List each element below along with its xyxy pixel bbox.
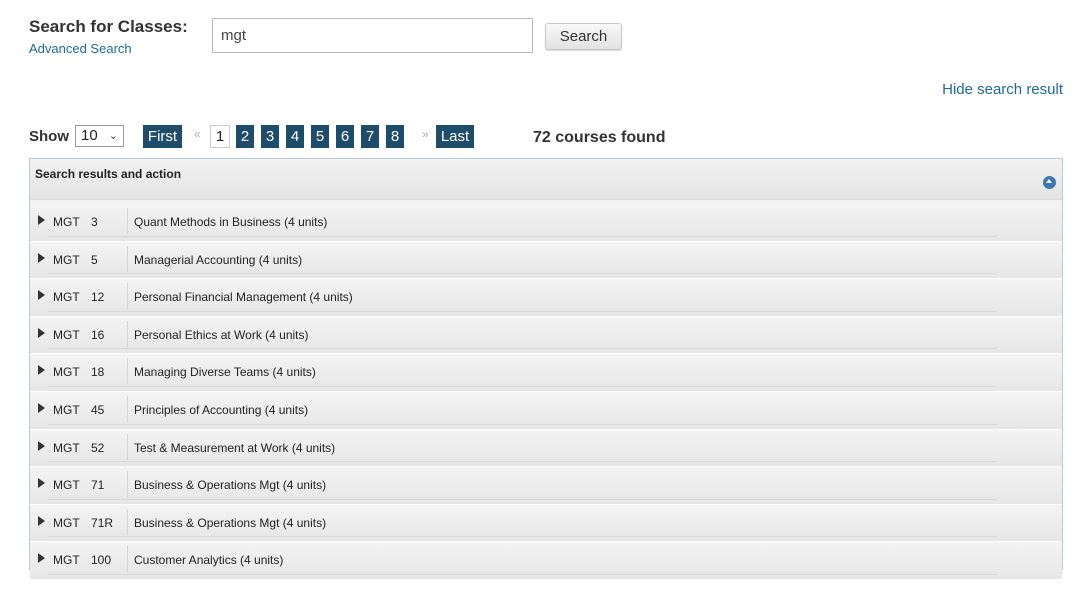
course-number: 100 <box>91 553 112 568</box>
column-divider <box>127 245 128 272</box>
column-divider <box>127 433 128 460</box>
course-row[interactable]: MGT 5 Managerial Accounting (4 units) <box>30 241 1062 280</box>
course-title: Managerial Accounting (4 units) <box>134 252 303 267</box>
show-label: Show <box>29 128 69 145</box>
expand-triangle-icon[interactable] <box>38 440 45 451</box>
row-divider <box>48 498 997 500</box>
results-header: Search results and action <box>30 159 1062 200</box>
next-page-icon[interactable]: » <box>422 127 429 141</box>
course-subject: MGT <box>53 402 80 417</box>
row-divider <box>48 273 997 275</box>
course-title: Principles of Accounting (4 units) <box>134 402 309 417</box>
expand-triangle-icon[interactable] <box>38 215 45 225</box>
course-title: Customer Analytics (4 units) <box>134 553 284 568</box>
course-row[interactable]: MGT 52 Test & Measurement at Work (4 uni… <box>30 429 1062 468</box>
course-number: 12 <box>91 290 105 305</box>
page-size-value: 10 <box>81 127 98 144</box>
row-divider <box>48 385 997 387</box>
expand-triangle-icon[interactable] <box>38 478 45 489</box>
page-button-5[interactable]: 5 <box>311 125 329 148</box>
course-subject: MGT <box>53 365 80 380</box>
course-title: Business & Operations Mgt (4 units) <box>134 478 327 493</box>
page-button-3[interactable]: 3 <box>261 125 279 148</box>
expand-triangle-icon[interactable] <box>38 252 45 263</box>
course-subject: MGT <box>53 252 80 267</box>
column-divider <box>127 283 128 310</box>
last-page-button[interactable]: Last <box>436 125 474 148</box>
course-row[interactable]: MGT 3 Quant Methods in Business (4 units… <box>30 204 1062 242</box>
expand-triangle-icon[interactable] <box>38 402 45 413</box>
chevron-down-icon: ⌄ <box>108 130 118 142</box>
course-number: 5 <box>91 252 98 267</box>
row-divider <box>48 461 997 463</box>
expand-triangle-icon[interactable] <box>38 553 45 564</box>
collapse-icon[interactable] <box>1043 176 1056 189</box>
course-title: Personal Ethics at Work (4 units) <box>134 327 309 342</box>
hide-search-result-link[interactable]: Hide search result <box>942 81 1063 98</box>
course-number: 52 <box>91 440 105 455</box>
column-divider <box>127 546 128 573</box>
course-row[interactable]: MGT 71R Business & Operations Mgt (4 uni… <box>30 504 1062 543</box>
course-title: Quant Methods in Business (4 units) <box>134 215 328 229</box>
course-subject: MGT <box>53 215 80 229</box>
course-subject: MGT <box>53 553 80 568</box>
expand-triangle-icon[interactable] <box>38 365 45 376</box>
course-subject: MGT <box>53 327 80 342</box>
row-divider <box>48 423 997 425</box>
row-divider <box>48 235 997 237</box>
course-title: Personal Financial Management (4 units) <box>134 290 353 305</box>
course-row[interactable]: MGT 12 Personal Financial Management (4 … <box>30 279 1062 317</box>
page-button-6[interactable]: 6 <box>336 125 354 148</box>
expand-triangle-icon[interactable] <box>38 290 45 301</box>
page-button-1[interactable]: 1 <box>210 125 230 148</box>
column-divider <box>127 508 128 535</box>
results-panel: Search results and action MGT 3 Quant Me… <box>29 158 1063 580</box>
row-divider <box>48 573 997 575</box>
search-input[interactable] <box>212 18 533 53</box>
page-button-4[interactable]: 4 <box>286 125 304 148</box>
course-row[interactable]: MGT 45 Principles of Accounting (4 units… <box>30 391 1062 430</box>
column-divider <box>127 320 128 347</box>
expand-triangle-icon[interactable] <box>38 515 45 526</box>
column-divider <box>127 471 128 498</box>
advanced-search-link[interactable]: Advanced Search <box>29 41 132 56</box>
course-number: 71 <box>91 478 105 493</box>
results-list: MGT 3 Quant Methods in Business (4 units… <box>30 204 1062 580</box>
course-number: 16 <box>91 327 105 342</box>
results-count: 72 courses found <box>533 129 666 146</box>
course-row[interactable]: MGT 71 Business & Operations Mgt (4 unit… <box>30 467 1062 505</box>
page-button-7[interactable]: 7 <box>361 125 379 148</box>
search-button[interactable]: Search <box>545 23 622 50</box>
course-title: Test & Measurement at Work (4 units) <box>134 440 336 455</box>
course-title: Business & Operations Mgt (4 units) <box>134 515 327 530</box>
course-number: 71R <box>91 515 114 530</box>
column-divider <box>127 208 128 234</box>
course-subject: MGT <box>53 515 80 530</box>
course-row[interactable]: MGT 18 Managing Diverse Teams (4 units) <box>30 354 1062 392</box>
first-page-button[interactable]: First <box>143 125 182 148</box>
column-divider <box>127 358 128 385</box>
page-button-8[interactable]: 8 <box>386 125 404 148</box>
page-size-select[interactable]: 10 ⌄ <box>75 125 124 147</box>
course-row[interactable]: MGT 16 Personal Ethics at Work (4 units) <box>30 316 1062 355</box>
expand-triangle-icon[interactable] <box>38 327 45 338</box>
course-subject: MGT <box>53 290 80 305</box>
results-header-title: Search results and action <box>35 167 182 181</box>
course-number: 45 <box>91 402 105 417</box>
course-subject: MGT <box>53 478 80 493</box>
course-number: 3 <box>91 215 98 229</box>
row-divider <box>48 348 997 350</box>
page-title: Search for Classes: <box>29 17 188 36</box>
course-subject: MGT <box>53 440 80 455</box>
page-button-2[interactable]: 2 <box>236 125 254 148</box>
row-divider <box>48 310 997 312</box>
column-divider <box>127 395 128 422</box>
prev-page-icon[interactable]: « <box>194 127 201 141</box>
course-number: 18 <box>91 365 105 380</box>
course-title: Managing Diverse Teams (4 units) <box>134 365 316 380</box>
course-row[interactable]: MGT 100 Customer Analytics (4 units) <box>30 542 1062 580</box>
row-divider <box>48 536 997 538</box>
